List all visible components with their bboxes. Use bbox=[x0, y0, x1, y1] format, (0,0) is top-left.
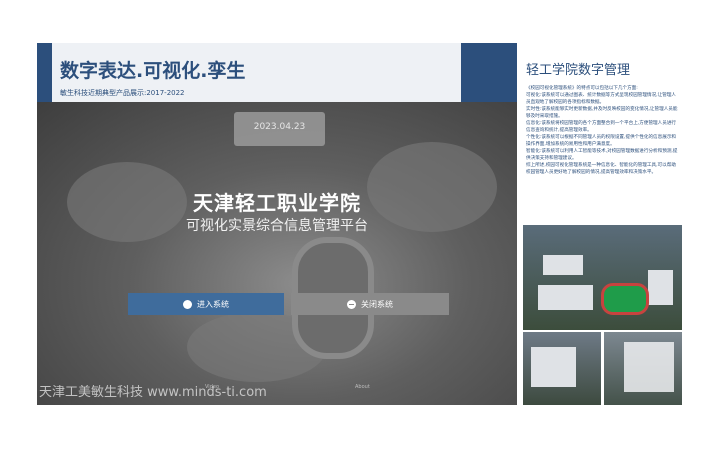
side-title: 轻工学院数字管理 bbox=[526, 63, 631, 78]
footer-link-about[interactable]: About bbox=[355, 384, 370, 390]
school-name: 天津轻工职业学院 bbox=[193, 191, 361, 215]
side-paragraph: 可视化:该系统可以通过图表、统计数据等方式呈现校园管理情况,让管理人员直观地了解… bbox=[526, 93, 677, 105]
close-system-label: 关闭系统 bbox=[361, 299, 393, 309]
side-paragraph: 实时性:该系统能够实时更新数据,并及时反映校园的变化情况,让管理人员能够及时采取… bbox=[526, 107, 678, 119]
slide-header: 数字表达.可视化.孪生 敏生科技近期典型产品展示:2017-2022 bbox=[37, 43, 517, 102]
side-column: 轻工学院数字管理 《校园可视化管理系统》的特点可以包括以下几个方面: 可视化:该… bbox=[521, 43, 682, 405]
slide-subtitle: 敏生科技近期典型产品展示:2017-2022 bbox=[60, 89, 185, 97]
side-paragraph: 智能化:该系统可以利用人工智能等技术,对校园管理数据进行分析和预测,提供决策支持… bbox=[526, 149, 678, 161]
slide-title: 数字表达.可视化.孪生 bbox=[60, 60, 246, 82]
platform-screenshot: 2023.04.23 天津轻工职业学院 可视化实景综合信息管理平台 进入系统 关… bbox=[37, 102, 517, 405]
campus-panel-image bbox=[604, 332, 682, 405]
date-label: 2023.04.23 bbox=[253, 122, 306, 132]
slide: 数字表达.可视化.孪生 敏生科技近期典型产品展示:2017-2022 2023.… bbox=[37, 43, 682, 405]
side-paragraph: 个性化:该系统可以根据不同管理人员的权限设置,提供个性化的信息展示和操作界面,增… bbox=[526, 135, 677, 147]
footer-link-video[interactable]: Video bbox=[205, 384, 219, 390]
enter-system-label: 进入系统 bbox=[197, 299, 229, 309]
campus-aerial-image bbox=[523, 225, 682, 330]
building-shape bbox=[648, 270, 673, 305]
header-right-block bbox=[461, 43, 517, 102]
side-paragraph: 综上所述,校园可视化管理系统是一种信息化、智能化的管理工具,可以帮助校园管理人员… bbox=[526, 163, 676, 175]
watermark: 天津工美敏生科技 www.minds-ti.com bbox=[39, 385, 267, 400]
side-paragraph: 信息化:该系统将校园管理的各个方面整合到一个平台上,方便管理人员进行信息查询和统… bbox=[526, 121, 677, 133]
enter-system-button[interactable]: 进入系统 bbox=[128, 293, 284, 315]
users-icon bbox=[183, 299, 192, 309]
minus-circle-icon bbox=[347, 299, 356, 309]
sports-field bbox=[601, 283, 649, 315]
platform-name: 可视化实景综合信息管理平台 bbox=[186, 218, 368, 234]
building-shape bbox=[538, 285, 593, 310]
building-shape bbox=[543, 255, 583, 275]
campus-building-image bbox=[523, 332, 601, 405]
side-description: 《校园可视化管理系统》的特点可以包括以下几个方面: 可视化:该系统可以通过图表、… bbox=[526, 85, 679, 176]
building-shape bbox=[531, 347, 576, 387]
header-accent-bar bbox=[37, 43, 52, 102]
info-panel-shape bbox=[624, 342, 674, 392]
side-paragraph: 《校园可视化管理系统》的特点可以包括以下几个方面: bbox=[526, 86, 638, 91]
close-system-button[interactable]: 关闭系统 bbox=[291, 293, 449, 315]
date-panel: 2023.04.23 bbox=[234, 112, 325, 146]
